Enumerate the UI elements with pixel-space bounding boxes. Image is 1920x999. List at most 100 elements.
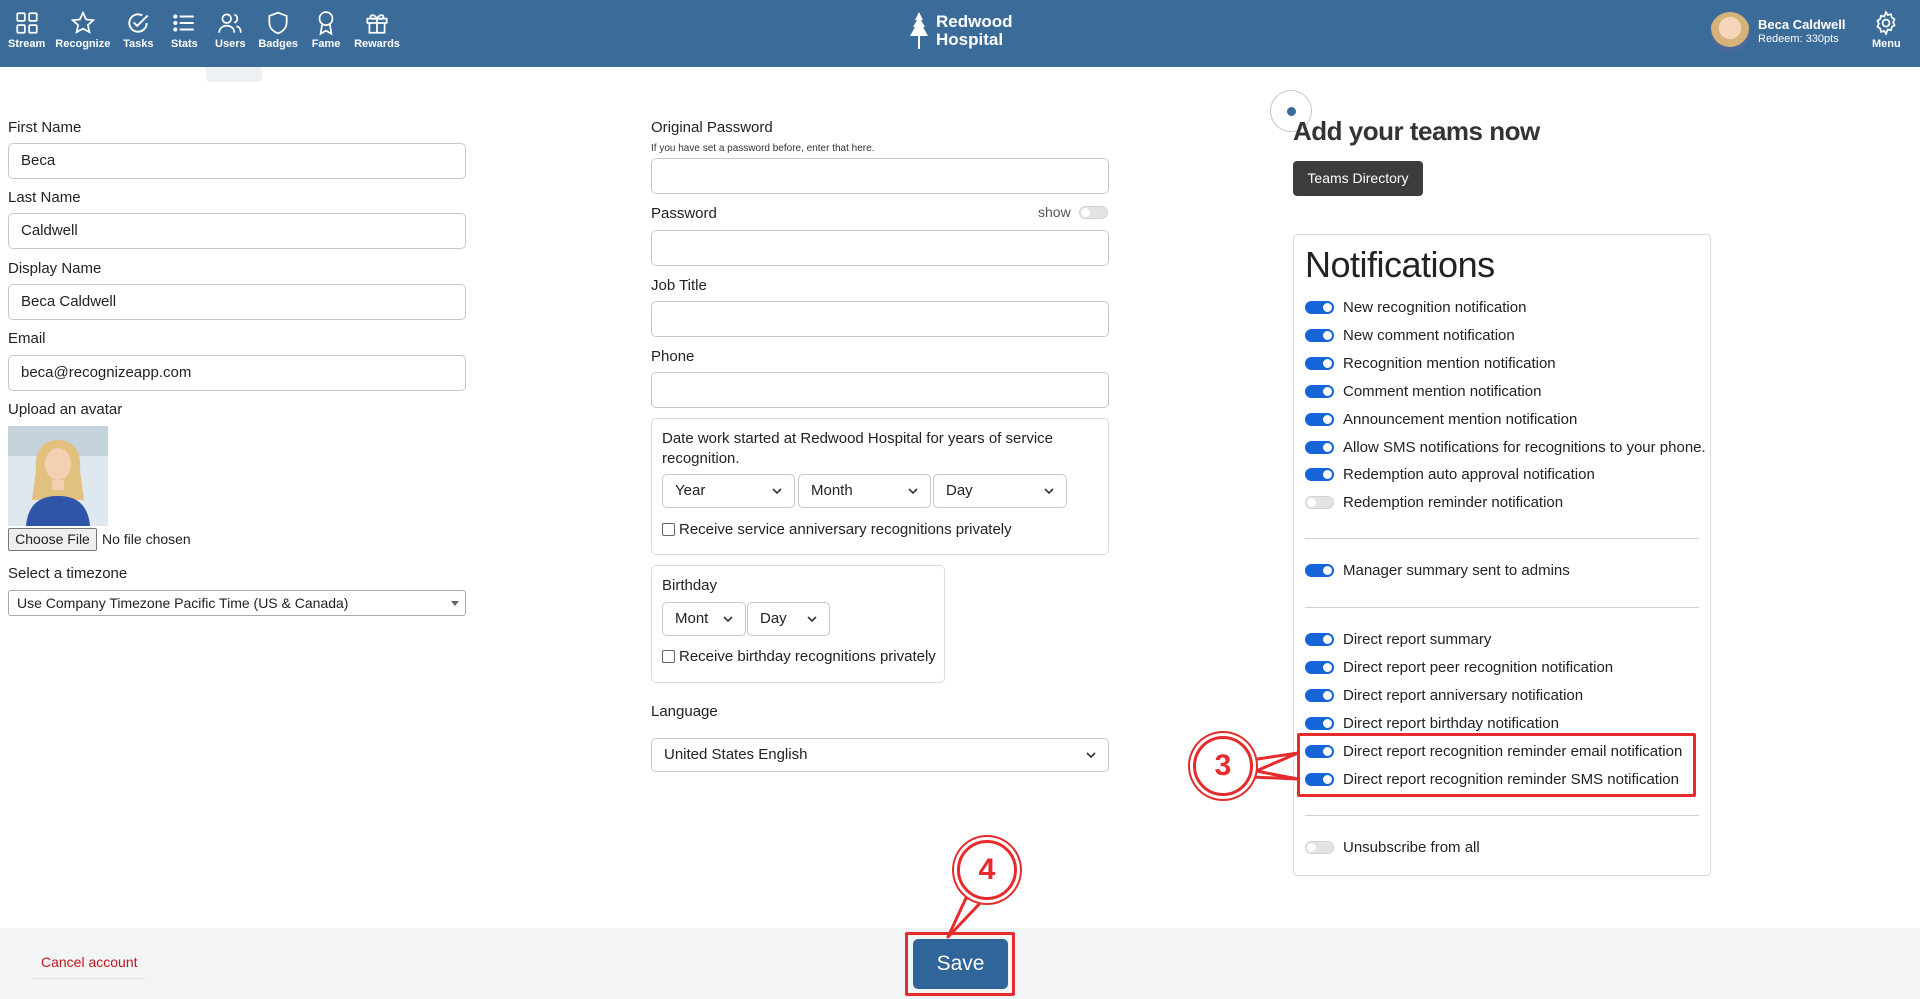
notification-label: Allow SMS notifications for recognitions… — [1343, 438, 1706, 456]
notification-toggle[interactable] — [1305, 412, 1334, 426]
chevron-down-icon — [908, 488, 918, 495]
notification-label: Redemption reminder notification — [1343, 494, 1564, 512]
password-input[interactable] — [651, 230, 1109, 266]
notification-toggle[interactable] — [1305, 841, 1334, 854]
notification-row: Direct report summary — [1305, 631, 1491, 648]
year-select[interactable]: Year — [662, 474, 795, 508]
notification-label: Direct report birthday notification — [1343, 714, 1559, 732]
chevron-down-icon — [772, 488, 782, 495]
email-label: Email — [8, 330, 46, 347]
nav-recognize[interactable]: Recognize — [55, 10, 110, 50]
chevron-down-icon — [1044, 488, 1054, 495]
phone-input[interactable] — [651, 372, 1109, 408]
divider — [1305, 607, 1699, 608]
star-icon — [70, 10, 96, 34]
annotation-highlight-reminders — [1297, 733, 1696, 797]
nav-stream-label: Stream — [8, 38, 46, 50]
birthday-day-value: Day — [760, 610, 787, 627]
show-password-toggle[interactable]: show — [1038, 204, 1117, 220]
timezone-label: Select a timezone — [8, 565, 128, 582]
last-name-input[interactable]: Caldwell — [8, 213, 466, 249]
notification-toggle[interactable] — [1305, 468, 1334, 482]
phone-label: Phone — [651, 348, 695, 365]
notification-toggle[interactable] — [1305, 660, 1334, 674]
check-circle-icon — [128, 13, 149, 33]
nav-stream[interactable]: Stream — [8, 10, 45, 50]
birthday-private-label: Receive birthday recognitions privately — [679, 648, 936, 665]
list-icon — [173, 14, 195, 32]
job-title-input[interactable] — [651, 301, 1109, 337]
user-profile-menu[interactable]: Beca Caldwell Redeem: 330pts — [1710, 12, 1845, 52]
anniversary-private-checkbox[interactable]: Receive service anniversary recognitions… — [662, 521, 1012, 538]
password-label: Password — [651, 205, 717, 222]
language-select[interactable]: United States English — [651, 738, 1109, 772]
nav-tasks[interactable]: Tasks — [120, 10, 156, 50]
gear-icon — [1876, 10, 1897, 36]
notification-toggle[interactable] — [1305, 356, 1334, 370]
notification-label: New recognition notification — [1343, 299, 1527, 316]
checkbox-box[interactable] — [662, 650, 675, 663]
menu-label: Menu — [1872, 38, 1901, 50]
birthday-label: Birthday — [662, 577, 718, 594]
indicator-dot — [1287, 107, 1296, 116]
notifications-title: Notifications — [1305, 244, 1495, 285]
teams-directory-button[interactable]: Teams Directory — [1293, 161, 1423, 196]
nav-users[interactable]: Users — [212, 10, 248, 50]
choose-file-button[interactable]: Choose File — [8, 528, 97, 551]
brand-name: Redwood Hospital — [936, 13, 1013, 49]
brand-logo[interactable]: Redwood Hospital — [908, 11, 1013, 51]
menu-button[interactable]: Menu — [1872, 10, 1901, 50]
show-password-switch[interactable] — [1078, 205, 1108, 219]
anniversary-private-label: Receive service anniversary recognitions… — [679, 521, 1012, 538]
nav-fame[interactable]: Fame — [308, 10, 344, 50]
user-points: Redeem: 330pts — [1758, 33, 1839, 45]
notification-toggle[interactable] — [1305, 633, 1334, 646]
notification-label: New comment notification — [1343, 326, 1515, 344]
notification-toggle[interactable] — [1305, 440, 1334, 454]
birthday-private-checkbox[interactable]: Receive birthday recognitions privately — [662, 648, 936, 665]
first-name-label: First Name — [8, 119, 82, 136]
avatar-photo — [8, 426, 108, 526]
show-password-label: show — [1038, 204, 1071, 220]
notification-row: Redemption auto approval notification — [1305, 466, 1595, 483]
hidden-tab — [206, 67, 262, 82]
timezone-value: Use Company Timezone Pacific Time (US & … — [17, 595, 349, 611]
day-select[interactable]: Day — [933, 474, 1067, 508]
nav-stats[interactable]: Stats — [166, 10, 202, 50]
original-password-input[interactable] — [651, 158, 1109, 194]
notification-toggle[interactable] — [1305, 564, 1334, 577]
cancel-account-link[interactable]: Cancel account — [32, 952, 146, 979]
notification-toggle[interactable] — [1305, 328, 1334, 342]
notification-toggle[interactable] — [1305, 384, 1334, 398]
notification-label: Recognition mention notification — [1343, 354, 1556, 372]
brand-line-1: Redwood — [936, 12, 1013, 31]
top-navigation-bar: Stream Recognize Tasks Stats Users Badge… — [0, 0, 1920, 67]
annotation-step-3: 3 — [1193, 736, 1253, 796]
month-select[interactable]: Month — [798, 474, 931, 508]
notification-toggle[interactable] — [1305, 301, 1334, 314]
notification-row: Manager summary sent to admins — [1305, 562, 1570, 579]
first-name-input[interactable]: Beca — [8, 143, 466, 179]
notification-toggle[interactable] — [1305, 716, 1334, 730]
display-name-input[interactable]: Beca Caldwell — [8, 284, 466, 320]
avatar-upload-label: Upload an avatar — [8, 401, 123, 418]
email-field[interactable]: beca@recognizeapp.com — [8, 355, 466, 391]
timezone-select[interactable]: Use Company Timezone Pacific Time (US & … — [8, 590, 466, 616]
tree-icon — [910, 12, 928, 49]
birthday-day-select[interactable]: Day — [747, 602, 830, 636]
notification-toggle[interactable] — [1305, 688, 1334, 702]
teams-heading: Add your teams now — [1293, 116, 1540, 146]
nav-tasks-label: Tasks — [123, 38, 154, 50]
divider — [1305, 538, 1699, 539]
month-select-value: Month — [811, 482, 853, 499]
nav-rewards[interactable]: Rewards — [354, 10, 400, 50]
notification-toggle[interactable] — [1305, 496, 1334, 510]
notification-label: Comment mention notification — [1343, 382, 1542, 400]
divider — [1305, 815, 1699, 816]
notification-row: Comment mention notification — [1305, 383, 1541, 400]
nav-rewards-label: Rewards — [354, 38, 400, 50]
birthday-month-select[interactable]: Mont — [662, 602, 746, 636]
nav-badges[interactable]: Badges — [258, 10, 298, 50]
checkbox-box[interactable] — [662, 523, 675, 536]
original-password-label: Original Password — [651, 119, 773, 136]
